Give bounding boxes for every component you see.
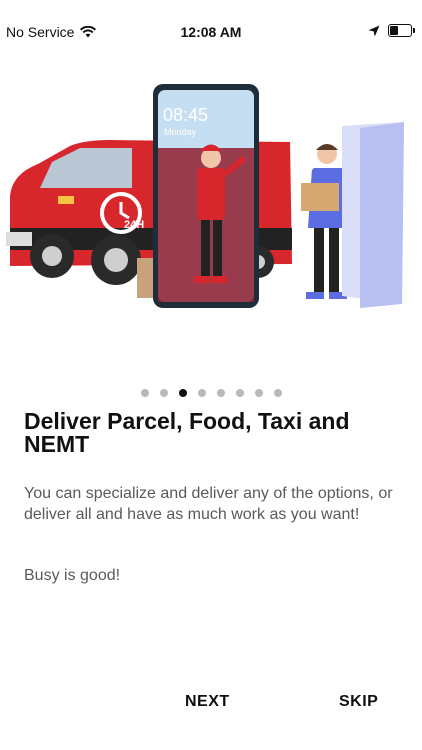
- page-dot[interactable]: [235, 389, 244, 397]
- pagination-dots: [0, 389, 422, 397]
- page-dot[interactable]: [140, 389, 149, 397]
- page-dot-active[interactable]: [178, 389, 187, 397]
- delivery-illustration: 24H 08:45 Monday: [6, 84, 404, 308]
- skip-button[interactable]: SKIP: [339, 693, 378, 711]
- status-right: [368, 24, 415, 37]
- onboarding-description: You can specialize and deliver any of th…: [24, 485, 393, 523]
- phone-time: 08:45: [163, 105, 208, 125]
- onboarding-tagline: Busy is good!: [24, 567, 121, 584]
- badge-24h: 24H: [124, 219, 144, 231]
- page-dot[interactable]: [159, 389, 168, 397]
- location-arrow-icon: [368, 25, 380, 36]
- door: [342, 122, 404, 308]
- page-dot[interactable]: [197, 389, 206, 397]
- page-dot[interactable]: [216, 389, 225, 397]
- onboarding-title: Deliver Parcel, Food, Taxi and NEMT: [24, 408, 350, 457]
- battery-icon: [388, 24, 415, 37]
- status-time: 12:08 AM: [180, 24, 242, 40]
- next-button[interactable]: NEXT: [185, 693, 230, 711]
- page-dot[interactable]: [254, 389, 263, 397]
- page-dot[interactable]: [273, 389, 282, 397]
- customer: [294, 144, 347, 299]
- phone-day: Monday: [164, 127, 197, 137]
- status-bar: No Service 12:08 AM: [0, 0, 422, 64]
